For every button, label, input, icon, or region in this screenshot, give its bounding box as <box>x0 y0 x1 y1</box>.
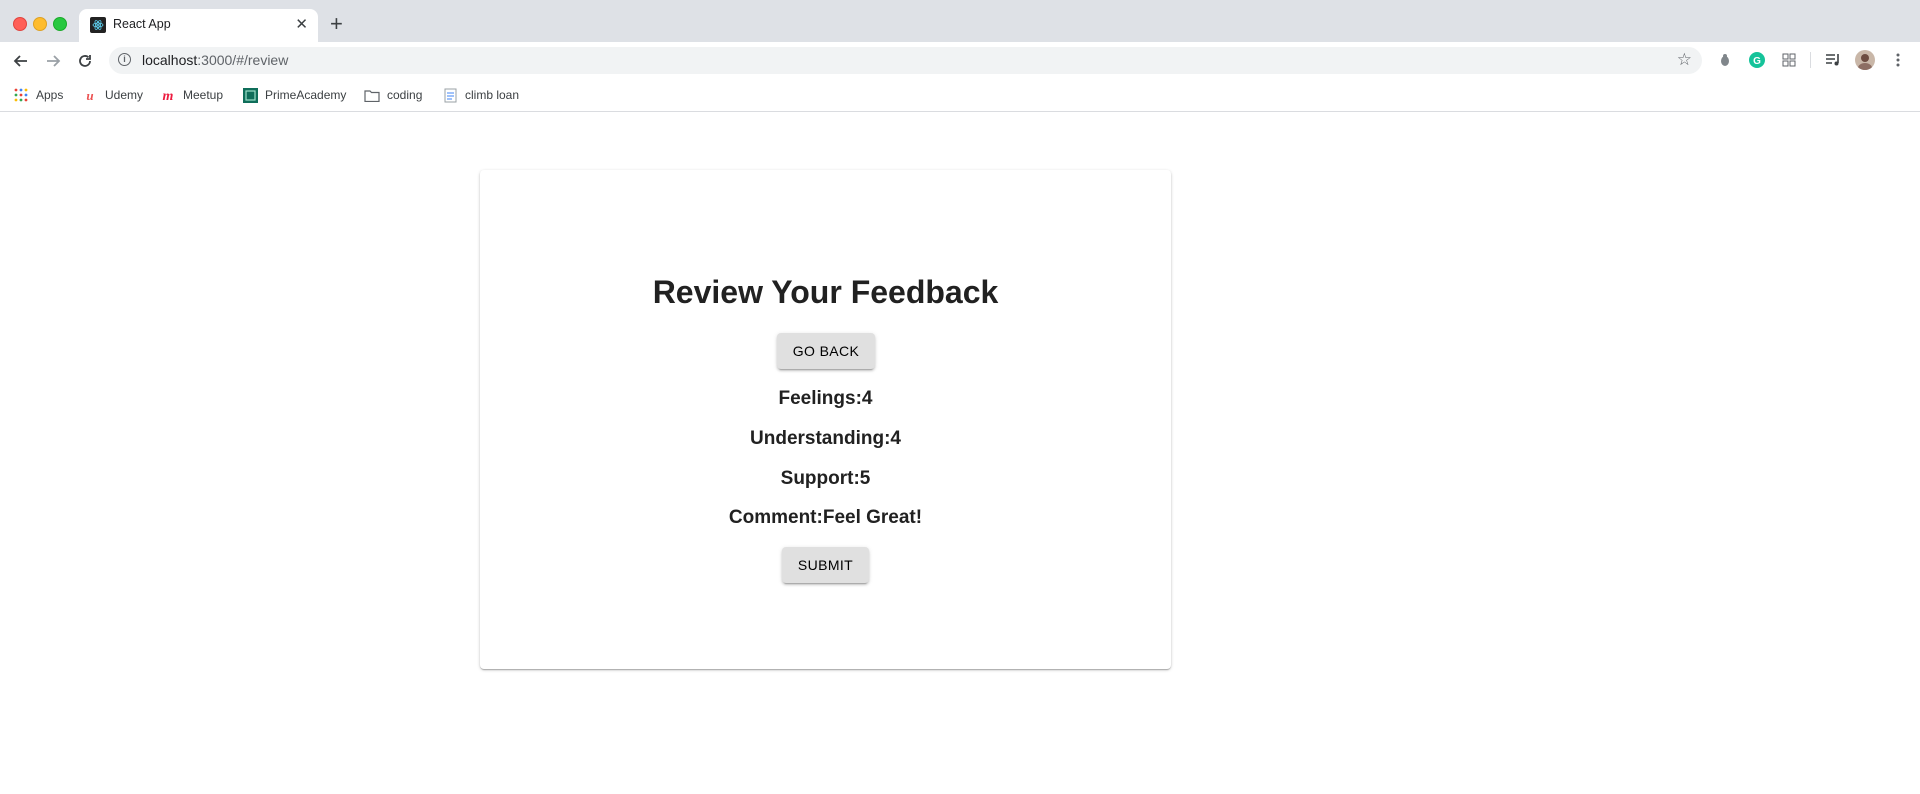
bookmark-meetup[interactable]: m Meetup <box>160 84 223 106</box>
site-info-icon[interactable]: i <box>118 53 131 66</box>
extension-bug-icon[interactable] <box>1715 50 1735 70</box>
url-text[interactable]: localhost:3000/#/review <box>142 52 288 68</box>
grammarly-icon[interactable]: G <box>1747 50 1767 70</box>
bookmark-label: Apps <box>36 88 64 102</box>
extension-grid-icon[interactable] <box>1779 50 1799 70</box>
profile-avatar[interactable] <box>1855 50 1875 70</box>
submit-button[interactable]: SUBMIT <box>782 547 869 583</box>
meetup-icon: m <box>160 87 176 103</box>
close-tab-icon[interactable]: ✕ <box>295 16 308 34</box>
bookmark-apps[interactable]: Apps <box>13 84 63 106</box>
address-bar[interactable]: i localhost:3000/#/review ☆ <box>109 47 1702 74</box>
tab-strip: React App ✕ + <box>0 0 1920 42</box>
folder-icon <box>364 87 380 103</box>
svg-text:u: u <box>86 88 93 102</box>
browser-tab[interactable]: React App ✕ <box>79 9 318 42</box>
bookmark-coding-folder[interactable]: coding <box>364 84 422 106</box>
browser-toolbar: i localhost:3000/#/review ☆ G <box>0 42 1920 79</box>
udemy-icon: u <box>82 87 98 103</box>
tab-title: React App <box>113 17 171 31</box>
feelings-value: Feelings:4 <box>778 388 873 409</box>
bookmark-label: climb loan <box>465 88 520 102</box>
close-window-button[interactable] <box>13 17 27 31</box>
bookmark-label: Meetup <box>183 88 224 102</box>
document-icon <box>442 87 458 103</box>
bookmark-climb-loan[interactable]: climb loan <box>442 84 519 106</box>
url-path: :3000/#/review <box>197 52 289 68</box>
media-control-icon[interactable] <box>1823 50 1843 70</box>
maximize-window-button[interactable] <box>53 17 67 31</box>
svg-text:m: m <box>163 89 174 102</box>
go-back-button[interactable]: GO BACK <box>777 333 875 369</box>
bookmark-label: PrimeAcademy <box>265 88 347 102</box>
react-icon <box>90 17 106 33</box>
comment-value: Comment:Feel Great! <box>728 507 923 528</box>
new-tab-button[interactable]: + <box>330 12 343 36</box>
apps-grid-icon <box>13 87 29 103</box>
primeacademy-icon <box>242 87 258 103</box>
reload-icon[interactable] <box>74 50 96 72</box>
bookmark-udemy[interactable]: u Udemy <box>82 84 143 106</box>
bookmark-label: Udemy <box>105 88 144 102</box>
bookmark-primeacademy[interactable]: PrimeAcademy <box>242 84 346 106</box>
support-value: Support:5 <box>780 468 871 489</box>
bookmark-label: coding <box>387 88 423 102</box>
url-host: localhost <box>142 52 198 68</box>
understanding-value: Understanding:4 <box>750 428 901 449</box>
minimize-window-button[interactable] <box>33 17 47 31</box>
forward-arrow-icon[interactable] <box>42 50 64 72</box>
review-card: Review Your Feedback GO BACK Feelings:4 … <box>480 170 1171 669</box>
page-title: Review Your Feedback <box>652 274 999 310</box>
back-arrow-icon[interactable] <box>10 50 32 72</box>
bookmarks-bar: Apps u Udemy m Meetup PrimeAcademy codin… <box>0 79 1920 112</box>
bookmark-star-icon[interactable]: ☆ <box>1677 50 1692 70</box>
svg-text:G: G <box>1753 56 1761 67</box>
more-menu-icon[interactable] <box>1888 50 1908 70</box>
toolbar-divider <box>1810 52 1811 68</box>
